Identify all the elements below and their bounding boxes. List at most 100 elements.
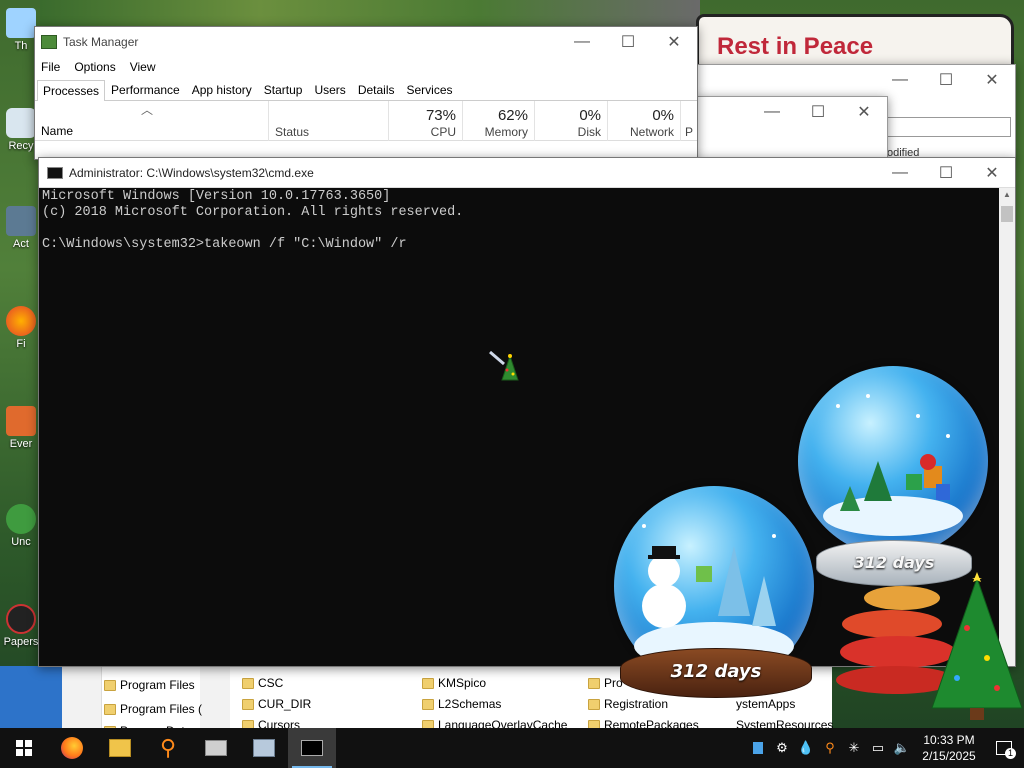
explorer-nav-pane — [62, 666, 102, 728]
maximize-icon[interactable]: ☐ — [605, 27, 651, 57]
list-item[interactable]: CUR_DIR — [242, 697, 311, 711]
process-table-header: ︿ Name Status 73% CPU 62% Memory 0% Disk… — [35, 101, 697, 141]
column-disk[interactable]: 0% Disk — [534, 101, 607, 141]
notification-badge: 1 — [1005, 748, 1016, 759]
minimize-icon[interactable]: — — [749, 97, 795, 127]
tab-processes[interactable]: Processes — [37, 80, 106, 101]
menu-file[interactable]: File — [41, 60, 60, 74]
maximize-icon[interactable]: ☐ — [795, 97, 841, 127]
console-line: (c) 2018 Microsoft Corporation. All righ… — [42, 205, 464, 220]
maximize-icon[interactable]: ☐ — [923, 158, 969, 188]
menu-bar: File Options View — [35, 57, 697, 77]
tab-services[interactable]: Services — [401, 79, 459, 100]
menu-view[interactable]: View — [130, 60, 156, 74]
close-icon[interactable]: ✕ — [841, 97, 887, 127]
taskbar-search-app[interactable]: ⚲ — [144, 728, 192, 768]
tab-bar: Processes Performance App history Startu… — [35, 77, 697, 101]
taskbar-firefox[interactable] — [48, 728, 96, 768]
firefox-icon — [61, 737, 83, 759]
drive-icon — [205, 740, 227, 756]
maximize-icon[interactable]: ☐ — [923, 65, 969, 95]
folder-icon — [422, 677, 434, 689]
background-window-small[interactable]: — ☐ ✕ — [696, 96, 888, 158]
menu-options[interactable]: Options — [74, 60, 115, 74]
tab-app-history[interactable]: App history — [186, 79, 258, 100]
close-icon[interactable]: ✕ — [969, 65, 1015, 95]
column-name[interactable]: Name — [41, 124, 73, 138]
scroll-up-icon[interactable]: ▲ — [999, 190, 1015, 199]
tab-startup[interactable]: Startup — [258, 79, 309, 100]
folder-icon — [109, 739, 131, 757]
console-line: Microsoft Windows [Version 10.0.17763.36… — [42, 189, 391, 204]
checkmark-icon — [6, 504, 36, 534]
folder-icon — [242, 698, 254, 710]
sort-arrow-icon: ︿ — [141, 103, 154, 117]
folder-icon — [104, 679, 116, 691]
window-title: Task Manager — [63, 35, 139, 49]
list-item[interactable]: ystemApps — [736, 697, 795, 711]
snow-globe-small-base: 312 days — [620, 648, 812, 698]
magnifier-icon: ⚲ — [159, 735, 177, 760]
taskbar-cmd[interactable] — [288, 728, 336, 768]
column-memory[interactable]: 62% Memory — [462, 101, 534, 141]
tab-details[interactable]: Details — [352, 79, 401, 100]
list-item[interactable]: KMSpico — [422, 676, 486, 690]
task-manager-titlebar[interactable]: Task Manager — ☐ ✕ — [35, 27, 697, 57]
image-icon — [253, 739, 275, 757]
minimize-icon[interactable]: — — [877, 65, 923, 95]
desktop-wallpaper-water — [0, 666, 62, 728]
taskbar-app[interactable] — [192, 728, 240, 768]
christmas-tree-cursor-icon — [488, 350, 522, 384]
tray-network-icon[interactable]: ▭ — [866, 728, 890, 768]
desktop-icon-firefox[interactable]: Fi — [2, 306, 40, 350]
windows-logo-icon — [16, 740, 32, 756]
clock[interactable]: 10:33 PM 2/15/2025 — [914, 732, 984, 764]
taskbar-app-2[interactable] — [240, 728, 288, 768]
explorer-nav-pane-edge — [200, 666, 230, 728]
tray-volume-icon[interactable]: 🔈 — [890, 728, 914, 768]
close-icon[interactable]: ✕ — [651, 27, 697, 57]
task-manager-window[interactable]: Task Manager — ☐ ✕ File Options View Pro… — [34, 26, 698, 160]
list-item[interactable]: Registration — [588, 697, 668, 711]
folder-icon — [422, 698, 434, 710]
app-icon — [6, 206, 36, 236]
desktop-icon-everything[interactable]: Ever — [2, 406, 40, 450]
app-icon — [6, 604, 36, 634]
cmd-icon — [301, 740, 323, 756]
desktop-icon-papers[interactable]: Papers — [2, 604, 40, 648]
tray-search-icon[interactable]: ⚲ — [818, 728, 842, 768]
close-icon[interactable]: ✕ — [969, 158, 1015, 188]
firefox-icon — [6, 306, 36, 336]
start-button[interactable] — [0, 728, 48, 768]
system-tray: ⚙ 💧 ⚲ ✳ ▭ 🔈 10:33 PM 2/15/2025 1 — [746, 728, 1024, 768]
notification-center-button[interactable]: 1 — [984, 728, 1024, 768]
cmd-titlebar[interactable]: Administrator: C:\Windows\system32\cmd.e… — [39, 158, 1015, 188]
tray-snowflake-icon[interactable]: ✳ — [842, 728, 866, 768]
background-search-box[interactable] — [887, 117, 1011, 137]
task-manager-icon — [41, 35, 57, 49]
column-network[interactable]: 0% Network — [607, 101, 680, 141]
list-item[interactable]: CSC — [242, 676, 283, 690]
desktop-icon-unchecky[interactable]: Unc — [2, 504, 40, 548]
minimize-icon[interactable]: — — [877, 158, 923, 188]
tab-performance[interactable]: Performance — [105, 79, 186, 100]
list-item[interactable]: L2Schemas — [422, 697, 501, 711]
tray-drop-icon[interactable]: 💧 — [794, 728, 818, 768]
clock-date: 2/15/2025 — [922, 749, 976, 763]
column-power[interactable]: P — [680, 101, 697, 141]
minimize-icon[interactable]: — — [559, 27, 605, 57]
folder-icon — [242, 677, 254, 689]
column-cpu[interactable]: 73% CPU — [388, 101, 462, 141]
console-input-line[interactable]: C:\Windows\system32>takeown /f "C:\Windo… — [42, 237, 996, 253]
computer-icon — [6, 8, 36, 38]
tab-users[interactable]: Users — [308, 79, 351, 100]
scrollbar-thumb[interactable] — [1001, 206, 1013, 222]
list-item[interactable]: Program Files — [104, 678, 195, 692]
column-status[interactable]: Status — [268, 101, 388, 141]
desktop-icon-activate[interactable]: Act — [2, 206, 40, 250]
tray-app-icon[interactable] — [746, 728, 770, 768]
tray-network-share-icon[interactable]: ⚙ — [770, 728, 794, 768]
taskbar-file-explorer[interactable] — [96, 728, 144, 768]
list-item[interactable]: Program Files ( — [104, 702, 202, 716]
